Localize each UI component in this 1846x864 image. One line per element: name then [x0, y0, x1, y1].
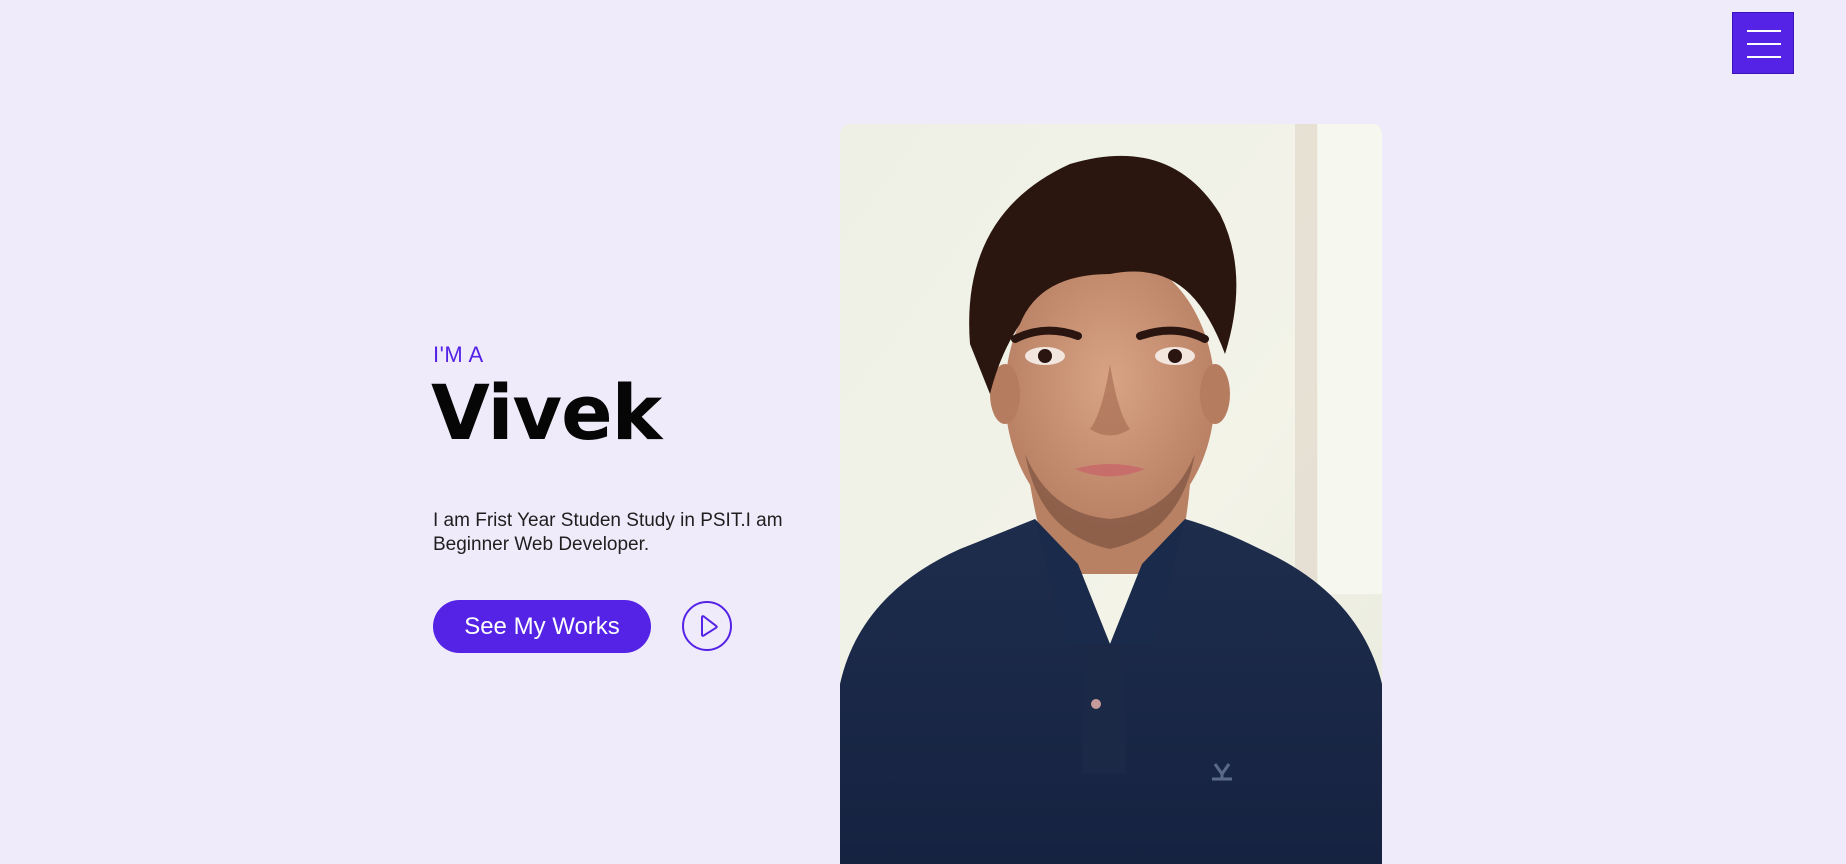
hero-eyebrow: I'M A — [433, 342, 484, 367]
hamburger-menu-icon — [1747, 30, 1781, 32]
hero-name: Vivek — [431, 368, 662, 457]
portrait-photo — [840, 124, 1382, 864]
hamburger-menu-icon — [1747, 43, 1781, 45]
hamburger-menu-icon — [1747, 56, 1781, 58]
portrait-illustration — [840, 124, 1382, 864]
play-button[interactable] — [682, 601, 732, 651]
play-icon — [701, 615, 718, 637]
hero-bio: I am Frist Year Studen Study in PSIT.I a… — [433, 510, 783, 555]
see-my-works-button[interactable]: See My Works — [433, 600, 651, 653]
menu-button[interactable] — [1732, 12, 1794, 74]
